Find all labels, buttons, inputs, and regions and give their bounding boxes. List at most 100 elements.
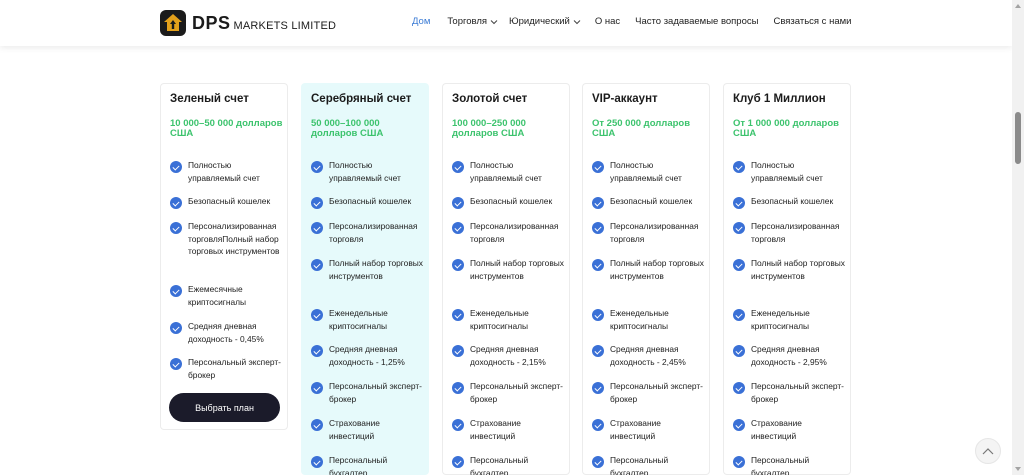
plan-title: Зеленый счет: [170, 93, 249, 105]
check-circle-icon: [592, 161, 604, 173]
check-circle-icon: [733, 419, 745, 431]
check-circle-icon: [170, 222, 182, 234]
check-circle-icon: [733, 259, 745, 271]
check-circle-icon: [592, 197, 604, 209]
check-circle-icon: [311, 382, 323, 394]
scroll-down-arrow[interactable]: [1015, 467, 1021, 471]
plan-feature: Полный набор торговых инструментов: [592, 257, 708, 282]
plan-card-vip: VIP-аккаунт От 250 000 долларов США Полн…: [582, 83, 710, 475]
nav-item-faq[interactable]: Часто задаваемые вопросы: [635, 16, 758, 27]
plan-feature: Персональный эксперт-брокер: [452, 380, 568, 405]
plan-feature: Персональный бухгалтер: [592, 454, 708, 475]
plan-feature: Безопасный кошелек: [592, 195, 708, 209]
plan-feature: Полный набор торговых инструментов: [311, 257, 427, 282]
check-circle-icon: [733, 382, 745, 394]
nav-item-legal[interactable]: Юридический: [509, 16, 581, 27]
plan-title: Клуб 1 Миллион: [733, 93, 826, 105]
plan-feature: Персональный бухгалтер: [452, 454, 568, 475]
nav-item-trading[interactable]: Торговля: [447, 16, 498, 27]
nav-item-label: Торговля: [447, 16, 488, 27]
plan-feature: Полностью управляемый счет: [170, 159, 286, 184]
nav-item-about[interactable]: О нас: [595, 16, 620, 27]
check-circle-icon: [452, 382, 464, 394]
check-circle-icon: [452, 161, 464, 173]
plan-feature: Безопасный кошелек: [452, 195, 568, 209]
scroll-to-top-button[interactable]: [975, 438, 1001, 464]
check-circle-icon: [733, 197, 745, 209]
check-circle-icon: [170, 322, 182, 334]
check-circle-icon: [592, 456, 604, 468]
nav-item-label: Дом: [412, 16, 431, 27]
plan-feature: Еженедельные криптосигналы: [311, 307, 427, 332]
plan-feature: Безопасный кошелек: [311, 195, 427, 209]
plan-feature: Средняя дневная доходность - 1,25%: [311, 343, 427, 368]
plan-feature: Страхование инвестиций: [592, 417, 708, 442]
choose-plan-button[interactable]: Выбрать план: [169, 393, 280, 422]
plan-feature: Безопасный кошелек: [733, 195, 849, 209]
plan-feature: Персонализированная торговля: [733, 220, 849, 245]
chevron-down-icon: [573, 19, 581, 24]
logo[interactable]: DPS MARKETS LIMITED: [160, 10, 336, 36]
check-circle-icon: [592, 309, 604, 321]
nav-item-label: О нас: [594, 16, 621, 27]
plan-feature: Персонализированная торговля: [452, 220, 568, 245]
plan-feature: Персонализированная торговляПолный набор…: [170, 220, 286, 258]
check-circle-icon: [311, 419, 323, 431]
chevron-down-icon: [490, 19, 498, 24]
plan-feature: Полный набор торговых инструментов: [452, 257, 568, 282]
check-circle-icon: [592, 382, 604, 394]
plan-feature: Страхование инвестиций: [452, 417, 568, 442]
check-circle-icon: [452, 456, 464, 468]
plan-card-silver: Серебряный счет 50 000–100 000 долларов …: [301, 83, 429, 475]
nav-item-contact[interactable]: Связаться с нами: [773, 16, 851, 27]
plan-feature: Персонализированная торговля: [592, 220, 708, 245]
check-circle-icon: [452, 197, 464, 209]
nav-item-label: Связаться с нами: [773, 16, 852, 27]
logo-subtitle: MARKETS LIMITED: [233, 19, 337, 32]
plan-title: Серебряный счет: [311, 93, 412, 105]
check-circle-icon: [311, 456, 323, 468]
check-circle-icon: [311, 309, 323, 321]
plan-price: От 250 000 долларов США: [592, 118, 691, 139]
check-circle-icon: [592, 259, 604, 271]
plan-feature: Безопасный кошелек: [170, 195, 286, 209]
plan-feature: Персонализированная торговля: [311, 220, 427, 245]
check-circle-icon: [592, 222, 604, 234]
plan-card-million-club: Клуб 1 Миллион От 1 000 000 долларов США…: [723, 83, 851, 475]
plan-price: 50 000–100 000 долларов США: [311, 118, 384, 139]
check-circle-icon: [311, 161, 323, 173]
check-circle-icon: [452, 419, 464, 431]
plan-price: 10 000–50 000 долларов США: [170, 118, 283, 139]
plan-title: VIP-аккаунт: [592, 93, 658, 105]
plan-feature: Персональный бухгалтер: [733, 454, 849, 475]
check-circle-icon: [170, 285, 182, 297]
plan-feature: Средняя дневная доходность - 2,15%: [452, 343, 568, 368]
plan-feature: Персональный эксперт-брокер: [170, 356, 286, 381]
plan-feature: Еженедельные криптосигналы: [592, 307, 708, 332]
plan-feature: Еженедельные криптосигналы: [452, 307, 568, 332]
nav-item-label: Юридический: [509, 16, 570, 27]
check-circle-icon: [170, 197, 182, 209]
check-circle-icon: [733, 161, 745, 173]
logo-name: DPS: [192, 12, 231, 33]
check-circle-icon: [311, 222, 323, 234]
plan-feature: Средняя дневная доходность - 2,95%: [733, 343, 849, 368]
scroll-thumb[interactable]: [1015, 112, 1021, 164]
scrollbar[interactable]: [1012, 0, 1024, 475]
check-circle-icon: [733, 222, 745, 234]
check-circle-icon: [592, 345, 604, 357]
check-circle-icon: [733, 309, 745, 321]
plan-feature: Еженедельные криптосигналы: [733, 307, 849, 332]
check-circle-icon: [452, 309, 464, 321]
main-nav: Дом Торговля Юридический О нас Часто зад…: [412, 16, 851, 27]
check-circle-icon: [733, 345, 745, 357]
plan-title: Золотой счет: [452, 93, 528, 105]
check-circle-icon: [311, 259, 323, 271]
plan-feature: Страхование инвестиций: [311, 417, 427, 442]
plan-feature: Средняя дневная доходность - 0,45%: [170, 320, 286, 345]
plan-feature: Персональный эксперт-брокер: [592, 380, 708, 405]
scroll-up-arrow[interactable]: [1015, 4, 1021, 8]
plan-price: От 1 000 000 долларов США: [733, 118, 839, 139]
nav-item-home[interactable]: Дом: [412, 16, 430, 27]
house-arrow-icon: [160, 10, 186, 36]
